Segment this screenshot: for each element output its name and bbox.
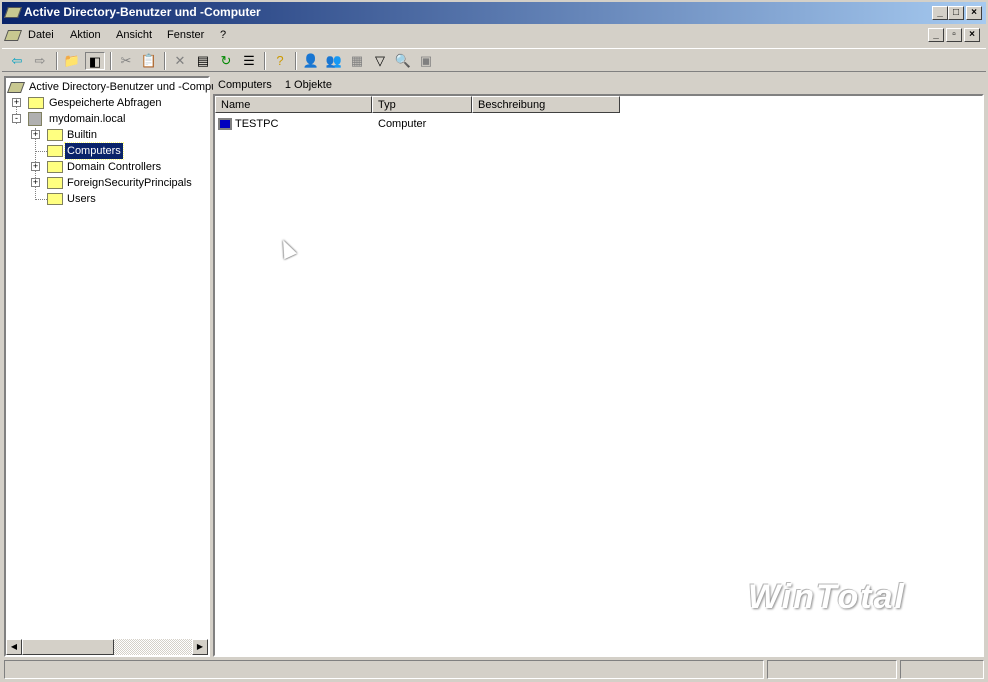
open-folder-icon (47, 145, 63, 157)
object-count: 1 Objekte (284, 79, 332, 91)
tree-horizontal-scrollbar[interactable]: ◀ ▶ (6, 639, 208, 655)
refresh-icon[interactable]: ↻ (216, 52, 236, 70)
up-folder-icon[interactable]: 📁 (62, 52, 82, 70)
export-list-icon[interactable]: ☰ (239, 52, 259, 70)
filter-icon[interactable]: ▽ (370, 52, 390, 70)
expand-icon[interactable]: + (31, 178, 40, 187)
child-minimize-button[interactable]: _ (928, 28, 944, 42)
folder-icon (47, 193, 63, 205)
paste-icon[interactable]: 📋 (139, 52, 159, 70)
scroll-thumb[interactable] (22, 639, 114, 655)
expand-icon[interactable]: + (12, 98, 21, 107)
show-hide-tree-icon[interactable]: ◧ (85, 52, 105, 70)
minimize-button[interactable]: _ (932, 6, 948, 20)
maximize-button[interactable]: □ (948, 6, 964, 20)
forward-icon[interactable]: ⇨ (30, 52, 50, 70)
folder-icon (47, 129, 63, 141)
window-title: Active Directory-Benutzer und -Computer (24, 5, 261, 19)
column-header-name[interactable]: Name (215, 96, 372, 113)
collapse-icon[interactable]: - (12, 114, 21, 123)
table-row[interactable]: TESTPC Computer (218, 118, 618, 134)
menu-aktion[interactable]: Aktion (70, 29, 101, 41)
details-header: Computers 1 Objekte (213, 76, 984, 94)
cut-icon[interactable]: ✂ (116, 52, 136, 70)
delete-icon[interactable]: ✕ (170, 52, 190, 70)
close-button[interactable]: × (966, 6, 982, 20)
menu-fenster[interactable]: Fenster (167, 29, 204, 41)
watermark-logo: WinTotal (748, 578, 906, 616)
ad-icon (6, 82, 26, 93)
scroll-right-button[interactable]: ▶ (192, 639, 208, 655)
console-icon[interactable] (3, 30, 23, 41)
status-pane-3 (900, 660, 984, 679)
menu-ansicht[interactable]: Ansicht (116, 29, 152, 41)
menu-help[interactable]: ? (220, 29, 226, 41)
menu-datei[interactable]: Datei (28, 29, 54, 41)
container-name: Computers (218, 79, 272, 91)
ou-folder-icon (47, 161, 63, 173)
toolbar: ⇦ ⇨ 📁 ◧ ✂ 📋 ✕ ▤ ↻ ☰ ? 👤 👥 ▦ ▽ 🔍 ▣ (2, 48, 986, 72)
status-pane-2 (767, 660, 897, 679)
domain-icon (28, 112, 42, 126)
scroll-left-button[interactable]: ◀ (6, 639, 22, 655)
title-bar: Active Directory-Benutzer und -Computer … (0, 0, 988, 24)
tree-panel: Active Directory-Benutzer und -Computer … (4, 76, 230, 657)
add-to-group-icon[interactable]: ▣ (416, 52, 436, 70)
help-icon[interactable]: ? (270, 52, 290, 70)
child-close-button[interactable]: × (964, 28, 980, 42)
child-restore-button[interactable]: ▫ (946, 28, 962, 42)
expand-icon[interactable]: + (31, 130, 40, 139)
properties-icon[interactable]: ▤ (193, 52, 213, 70)
new-group-icon[interactable]: 👥 (324, 52, 344, 70)
menu-bar: Datei Aktion Ansicht Fenster ? _ ▫ × (2, 26, 986, 46)
details-list: Name Typ Beschreibung TESTPC Computer (213, 94, 984, 657)
status-bar (2, 659, 986, 680)
computer-icon (218, 118, 232, 130)
folder-icon (47, 177, 63, 189)
new-ou-icon[interactable]: ▦ (347, 52, 367, 70)
column-header-type[interactable]: Typ (372, 96, 472, 113)
status-pane-1 (4, 660, 764, 679)
find-icon[interactable]: 🔍 (393, 52, 413, 70)
folder-icon (28, 97, 44, 109)
column-header-description[interactable]: Beschreibung (472, 96, 620, 113)
app-icon (3, 7, 23, 18)
back-icon[interactable]: ⇦ (7, 52, 27, 70)
new-user-icon[interactable]: 👤 (301, 52, 321, 70)
expand-icon[interactable]: + (31, 162, 40, 171)
